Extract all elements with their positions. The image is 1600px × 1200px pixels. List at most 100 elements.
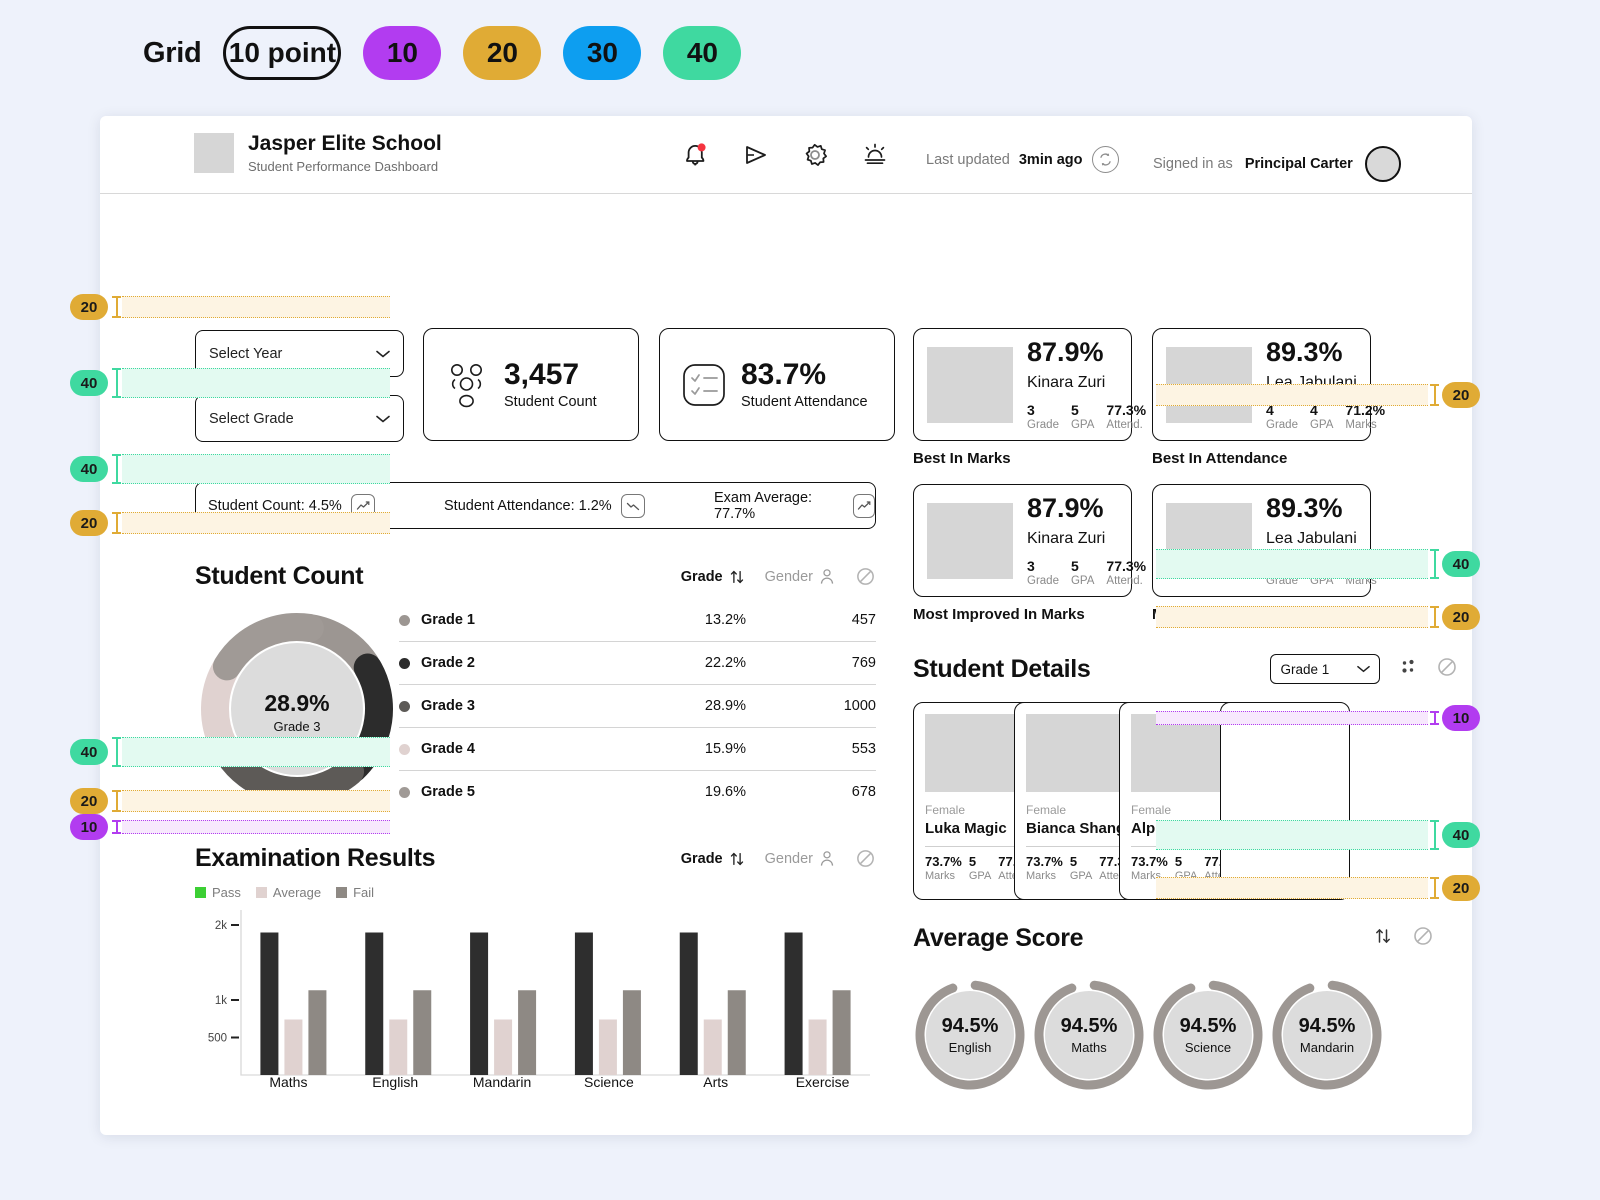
grid-view-icon[interactable] — [1398, 657, 1418, 682]
bar[interactable] — [809, 1020, 827, 1076]
kpi-student-count: 3,457 Student Count — [423, 328, 639, 441]
examination-title: Examination Results — [195, 844, 435, 873]
y-tick-label: 2k — [215, 920, 227, 932]
bar[interactable] — [704, 1020, 722, 1076]
highlight-card[interactable]: 89.3%Lea Jabulani4Grade4GPA71.2%Marks — [1152, 328, 1371, 441]
bar[interactable] — [413, 990, 431, 1075]
color-dot — [399, 658, 410, 669]
bar[interactable] — [680, 933, 698, 1076]
trend-up-icon[interactable] — [853, 494, 875, 518]
school-name: Jasper Elite School — [248, 132, 442, 156]
highlight-caption: Most Improved In Attendance — [1152, 606, 1361, 623]
highlight-percent: 89.3% — [1266, 339, 1385, 366]
stat-key: Attend. — [1106, 575, 1146, 587]
donut-center-percent: 28.9% — [264, 690, 329, 717]
examination-x-labels: MathsEnglishMandarinScienceArtsExercise — [195, 1074, 876, 1090]
refresh-icon[interactable] — [1436, 656, 1458, 683]
stat-value: 77.3% — [1106, 402, 1146, 418]
tool-label: Gender — [765, 851, 813, 867]
refresh-icon[interactable] — [1092, 146, 1119, 173]
student-card-partial[interactable] — [1220, 702, 1350, 900]
stat-item: 77.3%Attend. — [1106, 558, 1146, 587]
trend-item: Student Count: 4.5% — [208, 494, 375, 518]
last-updated-label: Last updated — [926, 152, 1010, 168]
table-row[interactable]: Grade 113.2%457 — [399, 599, 876, 642]
bar[interactable] — [284, 1020, 302, 1076]
avatar[interactable] — [1365, 146, 1401, 182]
x-axis-label: English — [342, 1074, 449, 1090]
student-photo — [1166, 503, 1252, 579]
highlight-caption: Best In Marks — [913, 450, 1011, 467]
student-photo — [927, 503, 1013, 579]
color-dot — [399, 787, 410, 798]
highlight-card[interactable]: 87.9%Kinara Zuri3Grade5GPA77.3%Attend. — [913, 328, 1132, 441]
examination-tools: Grade Gender — [681, 848, 876, 869]
tool-grade[interactable]: Grade — [681, 569, 745, 585]
table-row[interactable]: Grade 519.6%678 — [399, 771, 876, 814]
trend-item: Exam Average: 77.7% — [714, 490, 875, 522]
stat-item: 73.7%Marks — [1026, 854, 1063, 882]
sort-icon — [729, 569, 745, 585]
refresh-icon[interactable] — [855, 566, 876, 587]
row-count: 457 — [816, 599, 876, 642]
bar[interactable] — [728, 990, 746, 1075]
color-dot — [399, 615, 410, 626]
grid-step-pill-10[interactable]: 10 — [363, 26, 441, 80]
score-gauge[interactable]: 94.5%Science — [1151, 978, 1265, 1092]
refresh-icon[interactable] — [855, 848, 876, 869]
bar[interactable] — [389, 1020, 407, 1076]
student-stats: 73.7%Marks5GPA77.3%Attend. — [1026, 854, 1132, 882]
gauge-percent: 94.5% — [1299, 1015, 1356, 1038]
stat-key: Marks — [1345, 575, 1385, 587]
bar[interactable] — [599, 1020, 617, 1076]
grid-step-pill-20[interactable]: 20 — [463, 26, 541, 80]
bar[interactable] — [833, 990, 851, 1075]
bar[interactable] — [518, 990, 536, 1075]
highlight-card[interactable]: 89.3%Lea Jabulani4Grade4GPA71.2%Marks — [1152, 484, 1371, 597]
bar[interactable] — [623, 990, 641, 1075]
table-row[interactable]: Grade 415.9%553 — [399, 728, 876, 771]
trend-down-icon[interactable] — [621, 494, 645, 518]
row-percent: 13.2% — [568, 599, 816, 642]
gauge-percent: 94.5% — [1061, 1015, 1118, 1038]
refresh-icon[interactable] — [1412, 925, 1434, 952]
select-grade[interactable]: Select Grade — [195, 395, 404, 442]
score-gauge[interactable]: 94.5%Mandarin — [1270, 978, 1384, 1092]
stat-value: 4 — [1266, 402, 1298, 418]
topbar-icons — [678, 138, 892, 172]
grid-step-pill-30[interactable]: 30 — [563, 26, 641, 80]
sort-icon[interactable] — [1374, 927, 1392, 950]
bar[interactable] — [575, 933, 593, 1076]
last-updated-value: 3min ago — [1019, 152, 1083, 168]
tool-grade[interactable]: Grade — [681, 851, 745, 867]
stat-item: 71.2%Marks — [1345, 558, 1385, 587]
gear-icon[interactable] — [798, 138, 832, 172]
table-row[interactable]: Grade 328.9%1000 — [399, 685, 876, 728]
highlight-card[interactable]: 87.9%Kinara Zuri3Grade5GPA77.3%Attend. — [913, 484, 1132, 597]
trend-up-icon[interactable] — [351, 494, 375, 518]
bar[interactable] — [365, 933, 383, 1076]
score-gauge[interactable]: 94.5%Maths — [1032, 978, 1146, 1092]
tool-gender[interactable]: Gender — [765, 568, 835, 585]
stat-item: 71.2%Marks — [1345, 402, 1385, 431]
bar[interactable] — [785, 933, 803, 1076]
screenshot-root: Grid 10 point 10203040 Jasper Elite Scho… — [0, 0, 1600, 1200]
bar[interactable] — [308, 990, 326, 1075]
row-percent: 28.9% — [568, 685, 816, 728]
bar[interactable] — [494, 1020, 512, 1076]
grid-step-pill-40[interactable]: 40 — [663, 26, 741, 80]
student-details-grade-filter[interactable]: Grade 1 — [1270, 654, 1380, 684]
row-count: 553 — [816, 728, 876, 771]
send-icon[interactable] — [738, 138, 772, 172]
grid-current-pill[interactable]: 10 point — [223, 26, 341, 80]
table-row[interactable]: Grade 222.2%769 — [399, 642, 876, 685]
bell-icon[interactable] — [678, 138, 712, 172]
score-gauge[interactable]: 94.5%English — [913, 978, 1027, 1092]
bar[interactable] — [260, 933, 278, 1076]
y-tick-label: 500 — [208, 1033, 227, 1045]
tool-gender[interactable]: Gender — [765, 850, 835, 867]
theme-icon[interactable] — [858, 138, 892, 172]
select-year[interactable]: Select Year — [195, 330, 404, 377]
color-dot — [399, 701, 410, 712]
bar[interactable] — [470, 933, 488, 1076]
